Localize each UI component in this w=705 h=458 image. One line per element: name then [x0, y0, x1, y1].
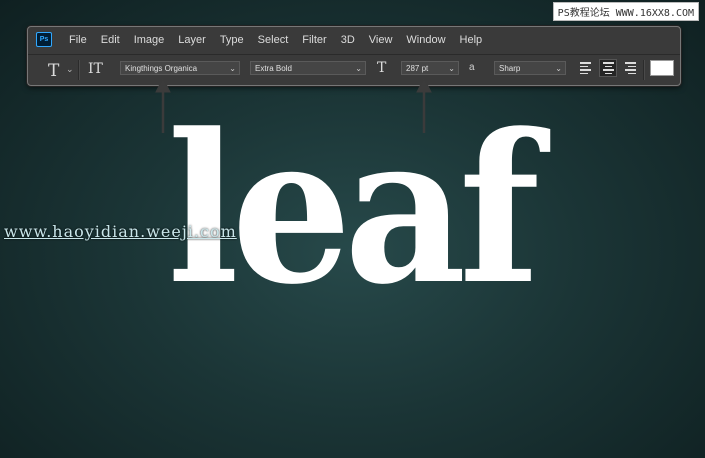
canvas-background: { "watermark_top": "PS教程论坛 WWW.16XX8.COM…: [0, 0, 705, 458]
watermark-mid: www.haoyidian.weeji.com: [4, 222, 237, 241]
canvas-text-leaf: leaf: [167, 90, 540, 330]
